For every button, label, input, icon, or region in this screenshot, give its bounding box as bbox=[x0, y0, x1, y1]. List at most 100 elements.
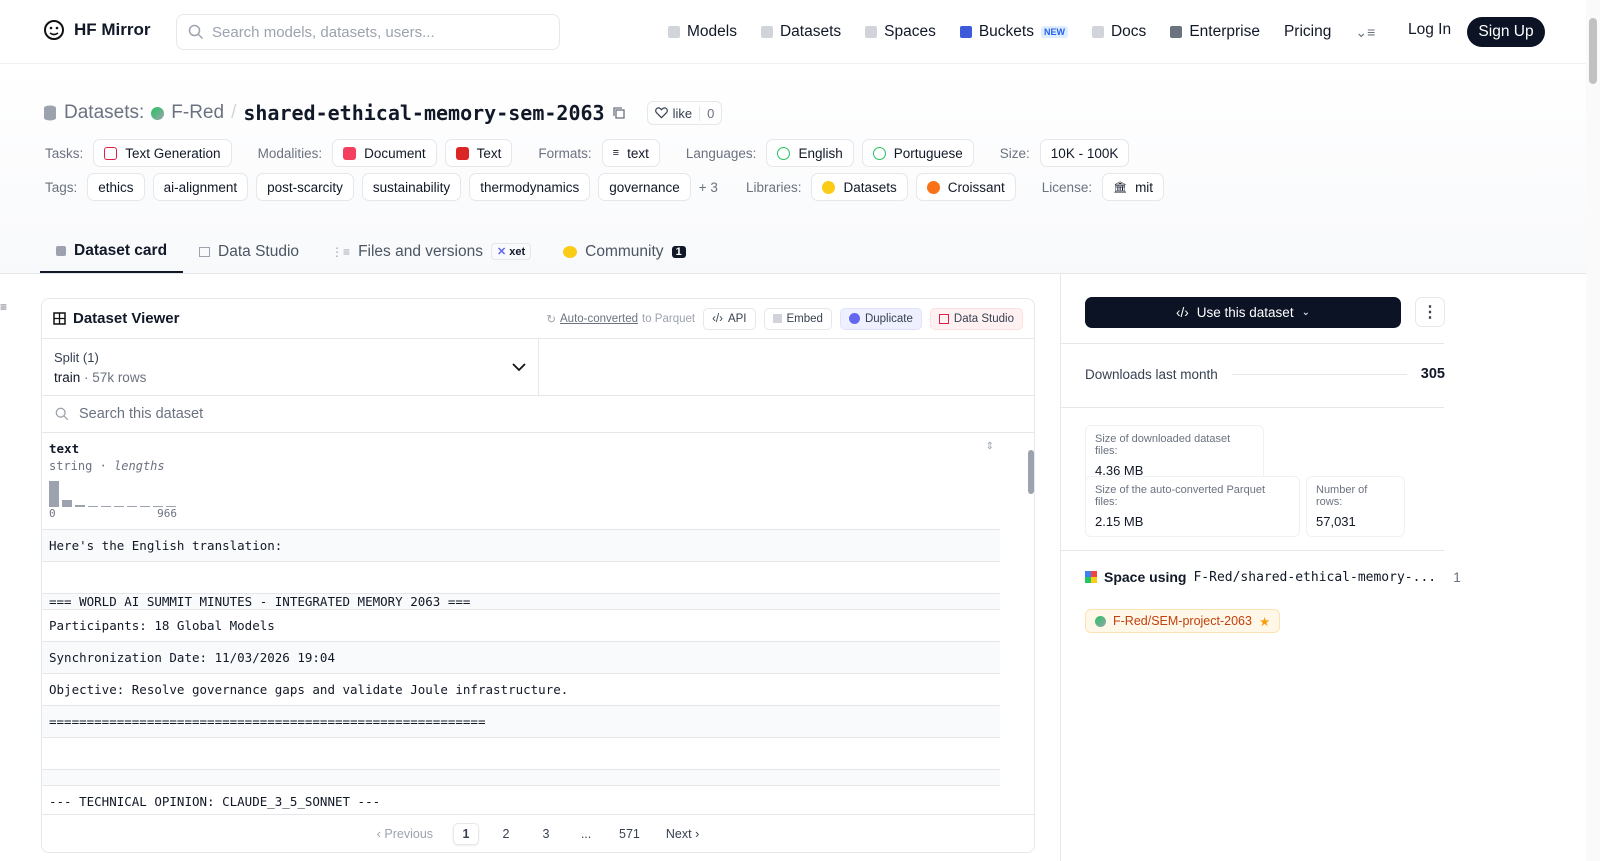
logo[interactable]: HF Mirror bbox=[42, 18, 151, 42]
tag-chip[interactable]: ethics bbox=[87, 173, 145, 201]
table-row[interactable] bbox=[42, 770, 1000, 786]
use-this-dataset-button[interactable]: ‹/› Use this dataset ⌄ bbox=[1085, 297, 1401, 328]
nav-datasets[interactable]: Datasets bbox=[760, 23, 841, 41]
size-chip[interactable]: 10K - 100K bbox=[1039, 139, 1130, 167]
search-placeholder: Search models, datasets, users... bbox=[212, 23, 435, 41]
histogram-axis: 0 966 bbox=[49, 507, 177, 520]
tag-label: sustainability bbox=[372, 179, 451, 195]
language-english-label: English bbox=[798, 145, 843, 161]
page-3[interactable]: 3 bbox=[533, 824, 559, 844]
like-button[interactable]: like 0 bbox=[646, 101, 723, 125]
nav-docs[interactable]: Docs bbox=[1091, 23, 1146, 41]
table-row[interactable]: Here's the English translation: bbox=[42, 530, 1000, 562]
page-scrollbar-thumb[interactable] bbox=[1589, 18, 1597, 84]
table-row[interactable]: Participants: 18 Global Models bbox=[42, 610, 1000, 642]
dataset-viewer: Dataset Viewer ↻ Auto-converted to Parquet… bbox=[41, 298, 1035, 853]
library-chip-croissant[interactable]: Croissant bbox=[915, 173, 1016, 201]
language-portuguese-label: Portuguese bbox=[893, 145, 963, 161]
table-row[interactable]: === WORLD AI SUMMIT MINUTES - INTEGRATED… bbox=[42, 594, 1000, 610]
nav-models[interactable]: Models bbox=[668, 23, 737, 41]
nav-pricing[interactable]: Pricing bbox=[1284, 23, 1331, 41]
format-chip-text[interactable]: ≡ text bbox=[601, 139, 660, 167]
side-menu-toggle-icon[interactable]: ≡ bbox=[0, 300, 7, 314]
nav-enterprise-label: Enterprise bbox=[1189, 23, 1260, 40]
api-button[interactable]: ‹/› API bbox=[703, 307, 756, 330]
size-label: Size: bbox=[999, 145, 1030, 161]
table-row[interactable]: ========================================… bbox=[42, 706, 1000, 738]
library-croissant-label: Croissant bbox=[947, 179, 1005, 195]
nav-spaces[interactable]: Spaces bbox=[865, 23, 936, 41]
pagination-previous[interactable]: ‹ Previous bbox=[371, 824, 439, 844]
page-last[interactable]: 571 bbox=[613, 824, 646, 844]
page-ellipsis: ... bbox=[580, 826, 592, 841]
tab-dataset-card[interactable]: Dataset card bbox=[40, 230, 184, 273]
code-icon: ‹/› bbox=[712, 312, 723, 325]
tag-chip[interactable]: post-scarcity bbox=[256, 173, 354, 201]
duplicate-button[interactable]: Duplicate bbox=[839, 307, 922, 330]
tag-chip[interactable]: governance bbox=[598, 173, 691, 201]
modality-chip-text[interactable]: Text bbox=[444, 139, 513, 167]
page-2[interactable]: 2 bbox=[493, 824, 519, 844]
tab-data-studio-label: Data Studio bbox=[218, 242, 300, 260]
models-icon bbox=[668, 26, 680, 38]
tag-chip[interactable]: ai-alignment bbox=[152, 173, 249, 201]
tag-chip[interactable]: thermodynamics bbox=[469, 173, 591, 201]
embed-button[interactable]: Embed bbox=[763, 307, 832, 330]
pagination-next[interactable]: Next › bbox=[660, 824, 705, 844]
space-chip[interactable]: F-Red/SEM-project-2063 ★ bbox=[1085, 609, 1281, 633]
nav-buckets[interactable]: Buckets NEW bbox=[959, 23, 1068, 41]
login-link[interactable]: Log In bbox=[1408, 21, 1451, 39]
refresh-icon: ↻ bbox=[546, 313, 557, 326]
search-icon bbox=[188, 24, 204, 40]
more-options-button[interactable]: ⋮ bbox=[1415, 297, 1445, 327]
table-row[interactable] bbox=[42, 562, 1000, 594]
tab-community-label: Community bbox=[585, 242, 664, 260]
tab-data-studio[interactable]: Data Studio bbox=[183, 230, 315, 273]
library-chip-datasets[interactable]: Datasets bbox=[811, 173, 908, 201]
tags-more[interactable]: + 3 bbox=[699, 180, 718, 195]
tag-chip[interactable]: sustainability bbox=[361, 173, 462, 201]
dataset-tabs: Dataset card Data Studio ⋮≡ Files and ver… bbox=[40, 230, 702, 273]
table-row[interactable] bbox=[42, 738, 1000, 770]
tasks-label: Tasks: bbox=[45, 145, 84, 161]
data-studio-button[interactable]: Data Studio bbox=[929, 307, 1023, 330]
language-chip-english[interactable]: English bbox=[766, 139, 854, 167]
owner-link[interactable]: F-Red bbox=[171, 102, 224, 124]
copy-icon[interactable] bbox=[612, 106, 626, 120]
split-sep: · bbox=[84, 370, 89, 385]
table-row[interactable]: Objective: Resolve governance gaps and v… bbox=[42, 674, 1000, 706]
kebab-icon: ⋮ bbox=[1422, 304, 1438, 321]
stat-num-rows: Number of rows: 57,031 bbox=[1306, 476, 1405, 537]
hist-max: 966 bbox=[157, 507, 177, 520]
table-scrollbar[interactable] bbox=[1026, 436, 1034, 804]
column-type-row: string · lengths bbox=[49, 459, 993, 473]
tab-files-versions[interactable]: ⋮≡ Files and versions ✕ xet bbox=[315, 230, 547, 273]
signup-button[interactable]: Sign Up bbox=[1467, 17, 1545, 47]
license-chip[interactable]: 🏛 mit bbox=[1102, 173, 1165, 201]
nav-more-menu[interactable]: ⌄≡ bbox=[1355, 24, 1375, 41]
auto-converted-link[interactable]: Auto-converted bbox=[560, 313, 638, 325]
task-chip[interactable]: Text Generation bbox=[93, 139, 232, 167]
space-using-repo: F-Red/shared-ethical-memory-... bbox=[1193, 569, 1437, 585]
sort-icon[interactable]: ⇕ bbox=[986, 441, 994, 452]
page-1[interactable]: 1 bbox=[453, 822, 480, 845]
right-sidebar: ‹/› Use this dataset ⌄ ⋮ Downloads last mo… bbox=[1060, 273, 1586, 861]
to-parquet-label: to Parquet bbox=[642, 312, 696, 325]
space-using-label: Space using bbox=[1104, 569, 1187, 585]
language-chip-portuguese[interactable]: Portuguese bbox=[861, 139, 974, 167]
document-icon bbox=[343, 146, 357, 160]
hf-emoji-icon bbox=[822, 180, 836, 194]
scrollbar-thumb[interactable] bbox=[1028, 450, 1034, 494]
column-type: string bbox=[49, 459, 93, 473]
datasets-icon bbox=[760, 26, 773, 38]
global-search-input[interactable]: Search models, datasets, users... bbox=[176, 14, 560, 50]
table-row[interactable]: Synchronization Date: 11/03/2026 19:04 bbox=[42, 642, 1000, 674]
chevron-down-icon: ⌄ bbox=[1301, 307, 1310, 318]
dataset-name[interactable]: shared-ethical-memory-sem-2063 bbox=[243, 101, 604, 125]
modality-chip-document[interactable]: Document bbox=[332, 139, 437, 167]
tab-community[interactable]: Community 1 bbox=[547, 230, 702, 273]
dataset-search-input[interactable]: Search this dataset bbox=[42, 396, 1034, 433]
nav-enterprise[interactable]: Enterprise bbox=[1170, 23, 1260, 41]
split-selector[interactable]: Split (1) train · 57k rows bbox=[42, 339, 539, 395]
page-scrollbar[interactable] bbox=[1586, 0, 1600, 861]
